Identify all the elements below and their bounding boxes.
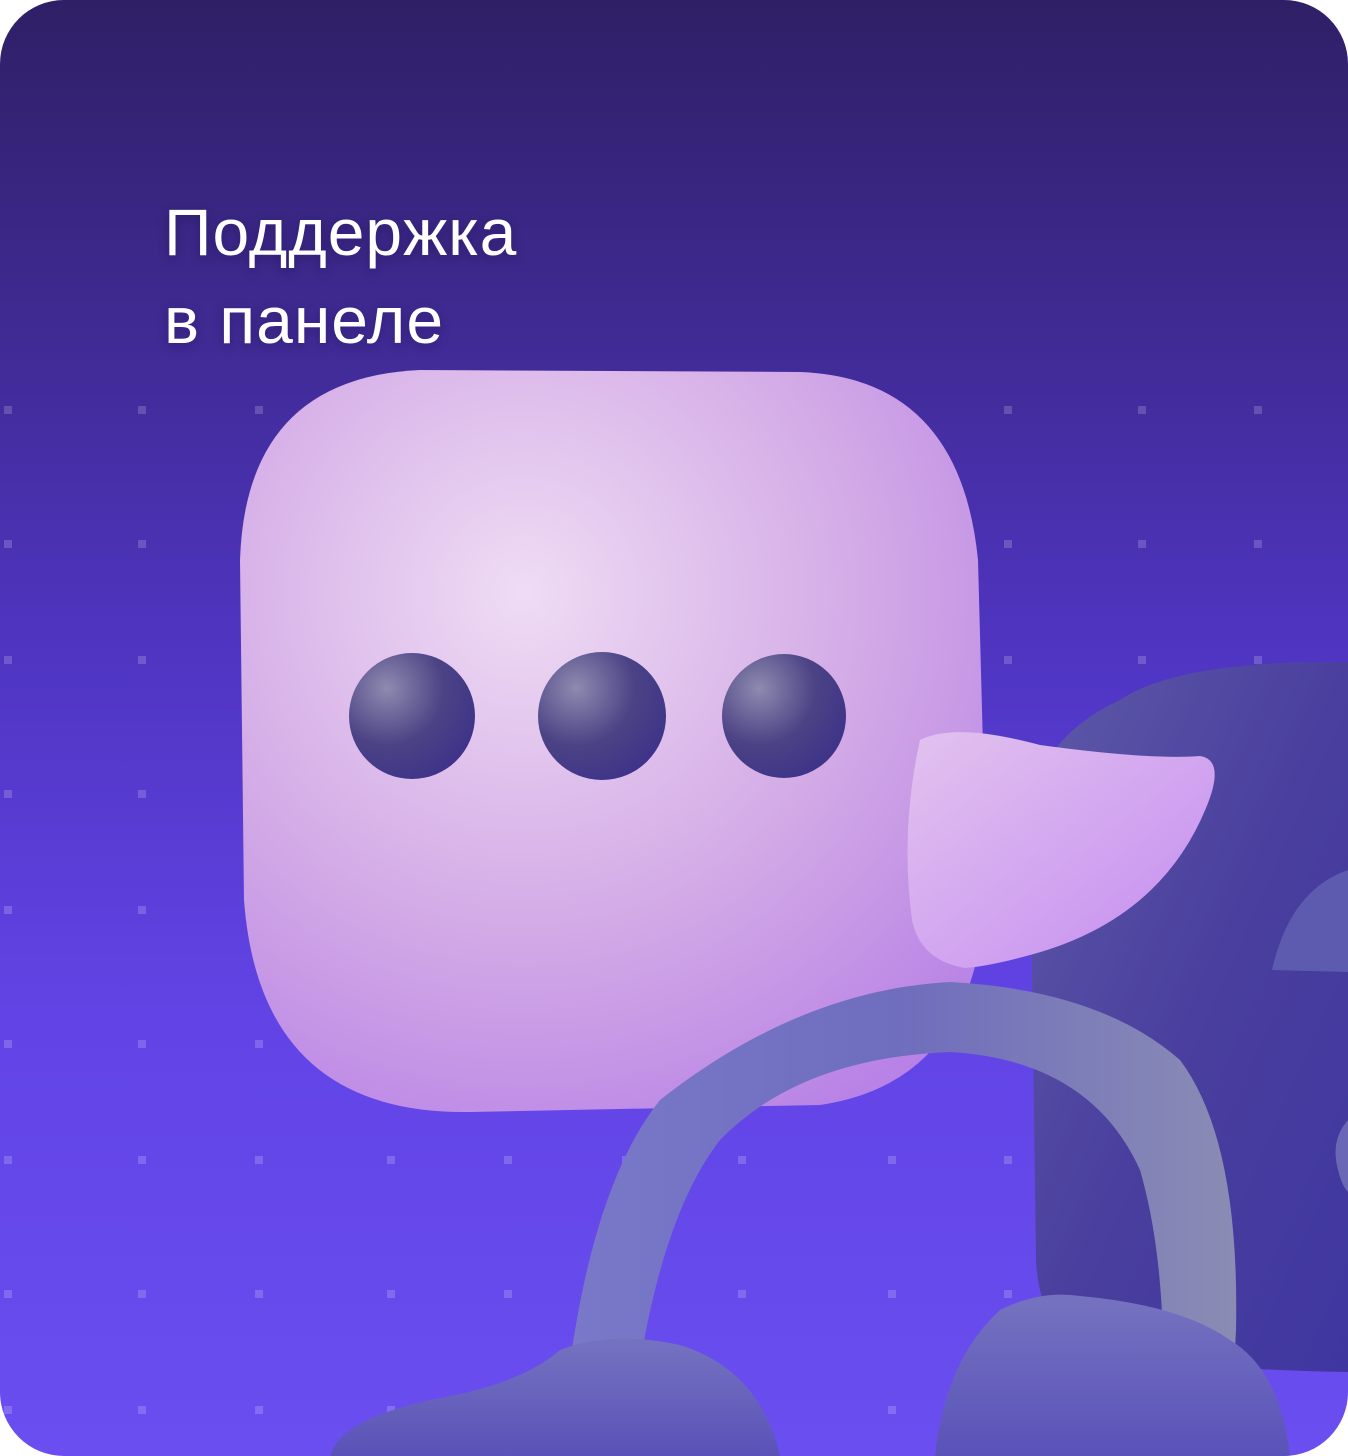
support-promo-card[interactable]: Поддержка в панеле: [0, 0, 1348, 1456]
typing-dot-1: [349, 653, 475, 779]
typing-dot-2: [538, 652, 666, 780]
typing-dot-3: [722, 654, 846, 778]
support-illustration: [240, 370, 1348, 1456]
